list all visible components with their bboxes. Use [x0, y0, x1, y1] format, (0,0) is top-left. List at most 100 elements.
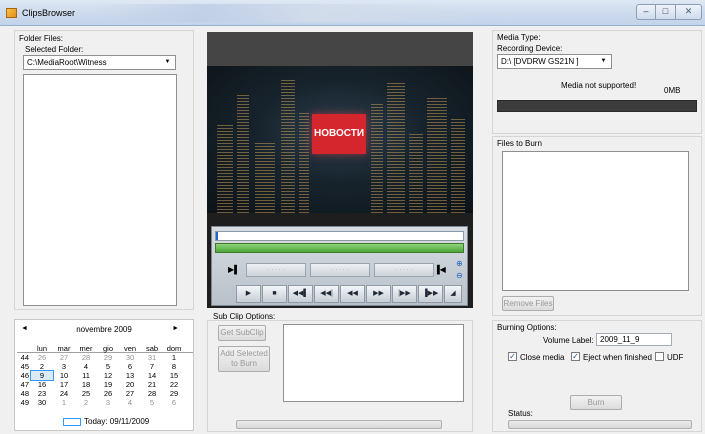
timecode-start: · · · · · — [246, 263, 306, 277]
calendar-day[interactable]: 2 — [75, 398, 97, 407]
calendar-day[interactable]: 27 — [53, 353, 75, 362]
calendar-day[interactable]: 13 — [119, 371, 141, 380]
recording-device-combobox[interactable]: D:\ [DVDRW GS21N ] ▼ — [497, 54, 612, 69]
calendar-month-title[interactable]: novembre 2009 — [15, 325, 193, 334]
calendar-day[interactable]: 25 — [75, 389, 97, 398]
calendar-day[interactable]: 5 — [141, 398, 163, 407]
eject-when-finished-checkbox[interactable]: ✓ — [571, 352, 580, 361]
folder-files-label: Folder Files: — [19, 34, 64, 43]
calendar-day[interactable]: 22 — [163, 380, 185, 389]
close-button[interactable]: ✕ — [676, 4, 702, 20]
get-subclip-button[interactable]: Get SubClip — [218, 325, 266, 341]
week-number-header — [17, 344, 31, 352]
timecode-current: · · · · · — [310, 263, 370, 277]
calendar-next-icon[interactable]: ► — [172, 325, 179, 332]
calendar-day[interactable]: 6 — [163, 398, 185, 407]
dropdown-arrow-icon[interactable]: ▼ — [597, 56, 610, 67]
calendar-day[interactable]: 26 — [31, 353, 53, 362]
play-button[interactable]: ▶ — [236, 285, 261, 303]
calendar-day[interactable]: 14 — [141, 371, 163, 380]
calendar-day[interactable]: 12 — [97, 371, 119, 380]
close-media-checkbox[interactable]: ✓ — [508, 352, 517, 361]
calendar-day[interactable]: 29 — [97, 353, 119, 362]
files-to-burn-list[interactable] — [502, 151, 689, 291]
calendar-week: 48 23 24 25 26 27 28 29 — [17, 389, 193, 398]
step-forward-button[interactable]: ▶▶ — [366, 285, 391, 303]
today-text: Today: 09/11/2009 — [84, 417, 150, 426]
calendar-day[interactable]: 27 — [119, 389, 141, 398]
remove-files-button[interactable]: Remove Files — [502, 296, 554, 311]
calendar-day[interactable]: 8 — [163, 362, 185, 371]
calendar-day[interactable]: 28 — [141, 389, 163, 398]
goto-start-button[interactable]: ◀◀▌ — [288, 285, 313, 303]
step-back-button[interactable]: ◀◀ — [340, 285, 365, 303]
calendar-day[interactable]: 28 — [75, 353, 97, 362]
minimize-button[interactable]: – — [636, 4, 656, 20]
city-skyline-graphic — [427, 98, 447, 213]
calendar-day[interactable]: 30 — [31, 398, 53, 407]
calendar-day[interactable]: 19 — [97, 380, 119, 389]
video-preview[interactable]: НОВОСТИ — [207, 66, 473, 213]
dropdown-arrow-icon[interactable]: ▼ — [161, 57, 174, 68]
calendar-day[interactable]: 5 — [97, 362, 119, 371]
position-trackbar[interactable] — [215, 231, 464, 241]
files-to-burn-label: Files to Burn — [497, 139, 542, 148]
month-calendar[interactable]: ◄ novembre 2009 ► lun mar mer gio ven sa… — [14, 319, 194, 431]
calendar-day[interactable]: 20 — [119, 380, 141, 389]
city-skyline-graphic — [281, 78, 295, 213]
calendar-day[interactable]: 3 — [97, 398, 119, 407]
week-number: 47 — [20, 380, 29, 389]
calendar-day[interactable]: 4 — [75, 362, 97, 371]
folder-combobox[interactable]: C:\MediaRoot\Witness ▼ — [23, 55, 176, 70]
calendar-day[interactable]: 7 — [141, 362, 163, 371]
step-back-large-button[interactable]: ◀◀| — [314, 285, 339, 303]
calendar-day[interactable]: 1 — [163, 353, 185, 362]
calendar-day[interactable]: 18 — [75, 380, 97, 389]
calendar-day[interactable]: 24 — [53, 389, 75, 398]
subclip-list[interactable] — [283, 324, 464, 402]
zoom-out-icon[interactable]: ⊖ — [456, 271, 463, 280]
calendar-day[interactable]: 31 — [141, 353, 163, 362]
calendar-day[interactable]: 4 — [119, 398, 141, 407]
calendar-day[interactable]: 23 — [31, 389, 53, 398]
calendar-day[interactable]: 21 — [141, 380, 163, 389]
selection-trackbar[interactable] — [215, 243, 464, 253]
calendar-day[interactable]: 1 — [53, 398, 75, 407]
calendar-day-selected[interactable]: 9 — [30, 370, 54, 381]
goto-end-button[interactable]: ▐▶▶ — [418, 285, 443, 303]
volume-label-input[interactable]: 2009_11_9 — [596, 333, 672, 346]
folder-files-list[interactable] — [23, 74, 177, 306]
week-number: 45 — [20, 362, 29, 371]
burn-button[interactable]: Burn — [570, 395, 622, 410]
calendar-day[interactable]: 11 — [75, 371, 97, 380]
calendar-day[interactable]: 17 — [53, 380, 75, 389]
transport-buttons: ▶ ■ ◀◀▌ ◀◀| ◀◀ ▶▶ |▶▶ ▐▶▶ ◢ — [236, 285, 468, 303]
day-name: ven — [123, 344, 137, 353]
city-skyline-graphic — [255, 143, 275, 213]
zoom-in-icon[interactable]: ⊕ — [456, 259, 463, 268]
calendar-day[interactable]: 10 — [53, 371, 75, 380]
calendar-day[interactable]: 2 — [31, 362, 53, 371]
calendar-day[interactable]: 6 — [119, 362, 141, 371]
volume-icon[interactable]: ◢ — [444, 285, 462, 303]
udf-checkbox[interactable] — [655, 352, 664, 361]
volume-label-label: Volume Label: — [543, 336, 594, 345]
add-selected-to-burn-button[interactable]: Add Selected to Burn — [218, 346, 270, 372]
mark-out-icon[interactable]: ▐◀ — [434, 265, 446, 274]
calendar-today-link[interactable]: Today: 09/11/2009 — [63, 417, 149, 426]
maximize-button[interactable]: □ — [656, 4, 676, 20]
calendar-grid: lun mar mer gio ven sab dom 44 26 27 28 … — [17, 344, 193, 407]
city-skyline-graphic — [451, 118, 465, 213]
calendar-week: 47 16 17 18 19 20 21 22 — [17, 380, 193, 389]
calendar-day[interactable]: 29 — [163, 389, 185, 398]
video-header-strip — [207, 32, 473, 66]
calendar-day[interactable]: 26 — [97, 389, 119, 398]
day-name: mer — [79, 344, 93, 353]
calendar-day[interactable]: 16 — [31, 380, 53, 389]
calendar-day[interactable]: 3 — [53, 362, 75, 371]
calendar-day[interactable]: 30 — [119, 353, 141, 362]
calendar-day[interactable]: 15 — [163, 371, 185, 380]
title-bar-glow — [90, 4, 470, 22]
stop-button[interactable]: ■ — [262, 285, 287, 303]
step-forward-large-button[interactable]: |▶▶ — [392, 285, 417, 303]
